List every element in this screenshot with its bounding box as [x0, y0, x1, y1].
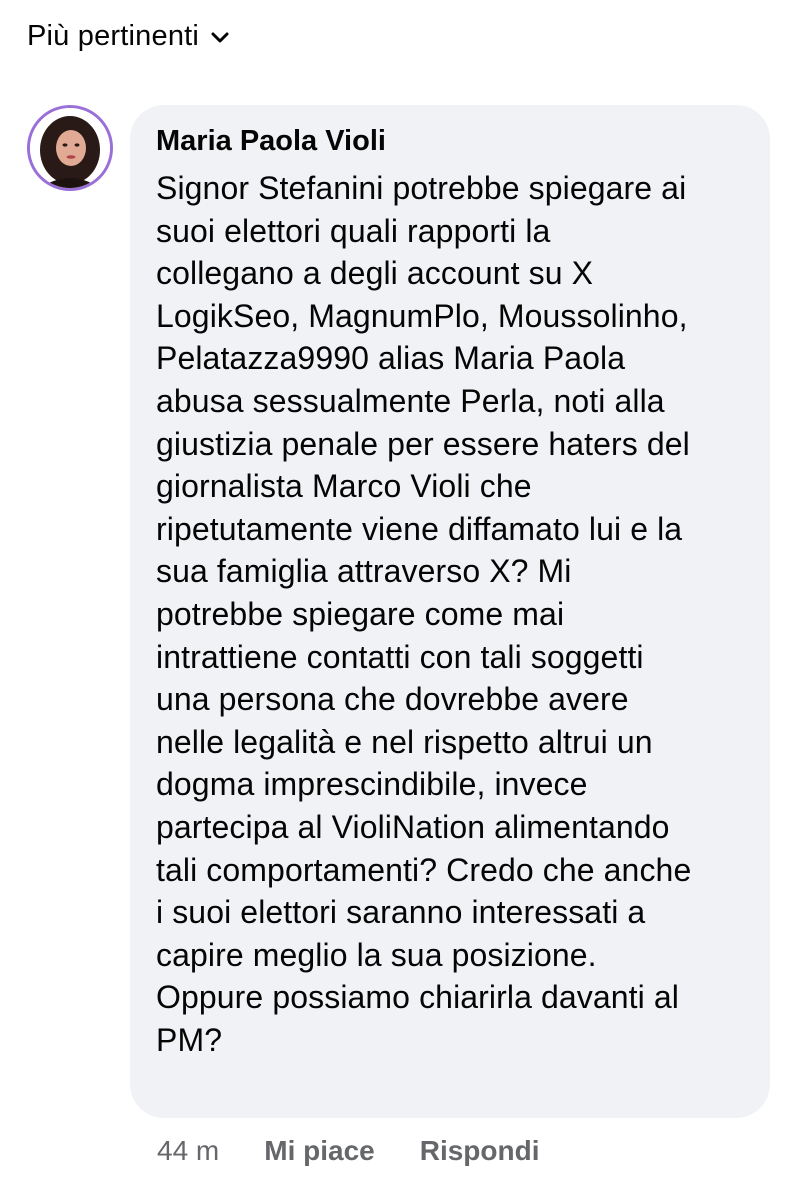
reply-button[interactable]: Rispondi — [420, 1135, 540, 1167]
sort-dropdown[interactable]: Più pertinenti — [27, 20, 231, 53]
chevron-down-icon — [209, 26, 231, 48]
comment-timestamp[interactable]: 44 m — [157, 1135, 219, 1167]
sort-label: Più pertinenti — [27, 20, 200, 52]
avatar[interactable] — [27, 105, 113, 191]
comment-author-name[interactable]: Maria Paola Violi — [156, 123, 386, 159]
comment-actions: 44 m Mi piace Rispondi — [157, 1135, 540, 1167]
like-button[interactable]: Mi piace — [264, 1135, 374, 1167]
comment-text: Signor Stefanini potrebbe spiegare ai su… — [156, 170, 692, 1058]
comment-bubble: Maria Paola Violi Signor Stefanini potre… — [130, 105, 770, 1118]
